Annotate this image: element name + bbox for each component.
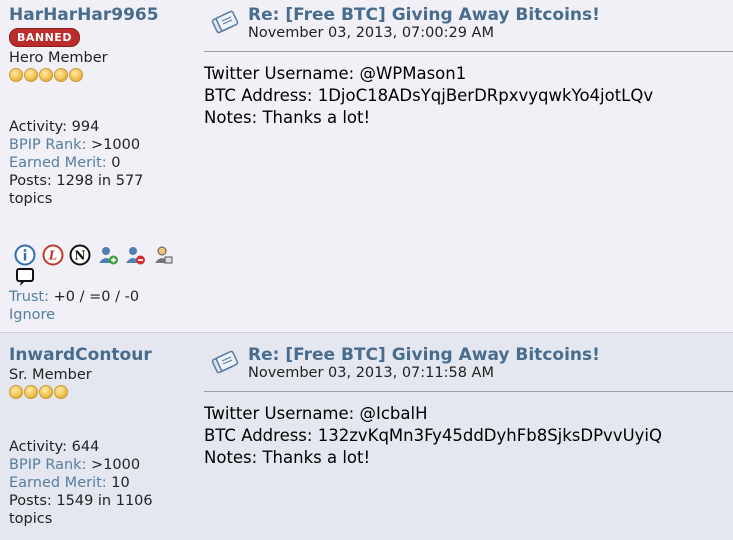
info-icon[interactable] bbox=[14, 244, 36, 266]
post-body: Twitter Username: @WPMason1 BTC Address:… bbox=[204, 63, 653, 129]
post-icon bbox=[211, 10, 239, 34]
poster-username[interactable]: InwardContour bbox=[9, 346, 194, 364]
bpip-rank-link[interactable]: BPIP Rank: bbox=[9, 457, 86, 473]
poster-username[interactable]: HarHarHar9965 bbox=[9, 6, 194, 24]
body-line: Twitter Username: @IcbalH bbox=[204, 404, 428, 423]
poster-rank: Hero Member bbox=[9, 50, 108, 66]
svg-text:N: N bbox=[75, 249, 86, 263]
rank-coins bbox=[9, 68, 194, 84]
remove-buddy-icon[interactable] bbox=[124, 244, 146, 266]
bpip-rank-value: >1000 bbox=[91, 137, 141, 153]
coin-icon bbox=[9, 68, 23, 82]
add-buddy-icon[interactable] bbox=[97, 244, 119, 266]
post-timestamp: November 03, 2013, 07:11:58 AM bbox=[248, 365, 494, 381]
bpip-rank-value: >1000 bbox=[91, 457, 141, 473]
message-icon[interactable] bbox=[14, 266, 36, 288]
earned-merit: Earned Merit: 0 bbox=[9, 154, 143, 172]
coin-icon bbox=[54, 385, 68, 399]
post-count: Posts: 1549 in 1106 bbox=[9, 493, 153, 509]
merit-value: 10 bbox=[111, 475, 130, 491]
coin-icon bbox=[69, 68, 83, 82]
trust-link[interactable]: Trust: bbox=[9, 289, 49, 305]
post-count: Posts: 1298 in 577 bbox=[9, 173, 144, 189]
post-body: Twitter Username: @IcbalH BTC Address: 1… bbox=[204, 403, 662, 469]
post-subject-link[interactable]: Re: [Free BTC] Giving Away Bitcoins! bbox=[248, 5, 600, 25]
rank-coins bbox=[9, 385, 194, 401]
ignore-link[interactable]: Ignore bbox=[9, 306, 55, 324]
poster-info: InwardContour Sr. Member Activity: 644 B… bbox=[9, 333, 194, 527]
coin-icon bbox=[24, 68, 38, 82]
ledger-icon[interactable]: L bbox=[42, 244, 64, 266]
activity: Activity: 994 bbox=[9, 119, 100, 135]
body-line: Notes: Thanks a lot! bbox=[204, 448, 371, 467]
coin-icon bbox=[39, 68, 53, 82]
poster-info: HarHarHar9965 BANNED Hero Member Activit… bbox=[9, 0, 194, 323]
post-timestamp: November 03, 2013, 07:00:29 AM bbox=[248, 25, 494, 41]
merit-link[interactable]: Earned Merit: bbox=[9, 155, 107, 171]
profile-icons: L N bbox=[14, 244, 175, 288]
poster-stats: Activity: 994 BPIP Rank: >1000 Earned Me… bbox=[9, 118, 143, 208]
post-2: InwardContour Sr. Member Activity: 644 B… bbox=[0, 332, 733, 540]
post-count-topics: topics bbox=[9, 191, 53, 207]
merit-link[interactable]: Earned Merit: bbox=[9, 475, 107, 491]
activity: Activity: 644 bbox=[9, 439, 100, 455]
coin-icon bbox=[24, 385, 38, 399]
earned-merit: Earned Merit: 10 bbox=[9, 474, 153, 492]
body-line: Twitter Username: @WPMason1 bbox=[204, 64, 467, 83]
user-icon[interactable] bbox=[152, 244, 174, 266]
svg-text:L: L bbox=[47, 249, 56, 263]
post-subject-link[interactable]: Re: [Free BTC] Giving Away Bitcoins! bbox=[248, 345, 600, 365]
body-line: BTC Address: 1DjoC18ADsYqjBerDRpxvyqwkYo… bbox=[204, 86, 654, 105]
trust: Trust: +0 / =0 / -0 bbox=[9, 288, 139, 306]
body-line: Notes: Thanks a lot! bbox=[204, 108, 371, 127]
bpip-rank: BPIP Rank: >1000 bbox=[9, 136, 143, 154]
post-1: HarHarHar9965 BANNED Hero Member Activit… bbox=[0, 0, 733, 332]
poster-stats: Activity: 644 BPIP Rank: >1000 Earned Me… bbox=[9, 438, 153, 528]
post-icon bbox=[211, 350, 239, 374]
merit-value: 0 bbox=[111, 155, 121, 171]
trust-value: +0 / =0 / -0 bbox=[53, 289, 140, 305]
ninja-icon[interactable]: N bbox=[69, 244, 91, 266]
header-divider bbox=[204, 391, 733, 392]
coin-icon bbox=[9, 385, 23, 399]
body-line: BTC Address: 132zvKqMn3Fy45ddDyhFb8SjksD… bbox=[204, 426, 662, 445]
post-count-topics: topics bbox=[9, 511, 53, 527]
bpip-rank-link[interactable]: BPIP Rank: bbox=[9, 137, 86, 153]
coin-icon bbox=[54, 68, 68, 82]
banned-badge: BANNED bbox=[9, 28, 80, 47]
poster-rank: Sr. Member bbox=[9, 367, 92, 383]
bpip-rank: BPIP Rank: >1000 bbox=[9, 456, 153, 474]
header-divider bbox=[204, 51, 733, 52]
coin-icon bbox=[39, 385, 53, 399]
